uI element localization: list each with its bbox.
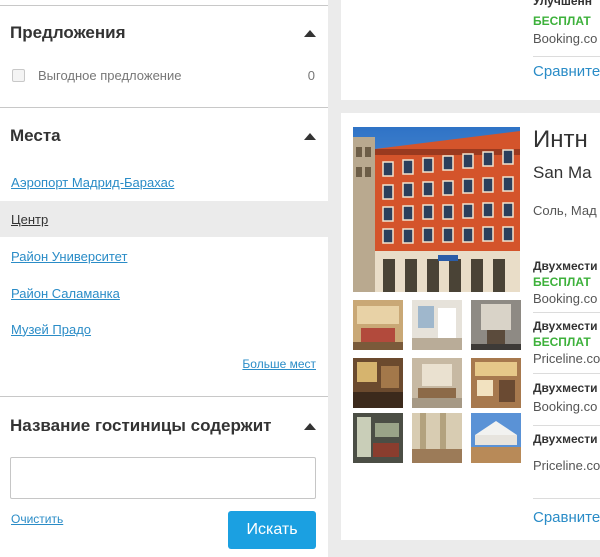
room-offer-name: Двухмести bbox=[533, 432, 598, 446]
hotel-thumbnail[interactable] bbox=[353, 413, 403, 463]
collapse-caret-icon[interactable] bbox=[304, 132, 316, 140]
place-link[interactable]: Аэропорт Мадрид-Барахас bbox=[11, 175, 174, 190]
place-item-airport[interactable]: Аэропорт Мадрид-Барахас bbox=[0, 164, 328, 200]
hotel-name-input[interactable] bbox=[10, 457, 316, 499]
search-button[interactable]: Искать bbox=[228, 511, 316, 549]
compare-link[interactable]: Сравните bbox=[533, 509, 600, 526]
divider bbox=[0, 107, 328, 108]
room-offer-name: Двухмести bbox=[533, 381, 598, 395]
divider bbox=[533, 373, 600, 374]
divider bbox=[0, 396, 328, 397]
hotel-main-photo[interactable] bbox=[353, 127, 520, 292]
room-offer-name: Двухмести bbox=[533, 259, 598, 273]
divider bbox=[533, 498, 600, 499]
places-section-title: Места bbox=[10, 126, 61, 145]
free-cancel-badge: БЕСПЛАТ bbox=[533, 335, 591, 349]
hotel-thumbnail[interactable] bbox=[471, 413, 521, 463]
hotel-thumbnail[interactable] bbox=[353, 358, 403, 408]
place-item-university[interactable]: Район Университет bbox=[0, 238, 328, 274]
more-places-link[interactable]: Больше мест bbox=[242, 357, 316, 371]
hotel-name-section-header[interactable]: Название гостиницы содержит bbox=[10, 416, 318, 436]
hotel-thumbnail[interactable] bbox=[412, 413, 462, 463]
booking-site[interactable]: Priceline.co bbox=[533, 458, 600, 473]
hotel-thumbnail[interactable] bbox=[471, 358, 521, 408]
offers-section-title: Предложения bbox=[10, 23, 126, 42]
compare-link[interactable]: Сравните bbox=[533, 63, 600, 80]
booking-site[interactable]: Booking.co bbox=[533, 291, 597, 306]
deal-label: Выгодное предложение bbox=[38, 67, 182, 83]
divider bbox=[533, 312, 600, 313]
offer-filter-deal[interactable]: Выгодное предложение 0 bbox=[12, 66, 315, 84]
room-offer-name: Улучшенн bbox=[533, 0, 592, 8]
hotel-name[interactable]: Интн bbox=[533, 126, 588, 154]
hotel-thumbnail[interactable] bbox=[471, 300, 521, 350]
divider bbox=[533, 56, 600, 57]
place-link-selected[interactable]: Центр bbox=[11, 212, 48, 227]
divider bbox=[0, 5, 328, 6]
place-item-center[interactable]: Центр bbox=[0, 201, 328, 237]
collapse-caret-icon[interactable] bbox=[304, 422, 316, 430]
divider bbox=[533, 425, 600, 426]
places-section-header[interactable]: Места bbox=[10, 126, 318, 146]
hotel-result-card: Интн San Ma Соль, Мад Двухмести БЕСПЛАТ … bbox=[341, 113, 600, 540]
room-offer-name: Двухмести bbox=[533, 319, 598, 333]
deal-count: 0 bbox=[307, 67, 315, 83]
hotel-thumbnail[interactable] bbox=[412, 358, 462, 408]
hotel-name-section-title: Название гостиницы содержит bbox=[10, 416, 272, 435]
free-cancel-badge: БЕСПЛАТ bbox=[533, 275, 591, 289]
hotel-subtitle: San Ma bbox=[533, 163, 592, 182]
place-item-prado[interactable]: Музей Прадо bbox=[0, 311, 328, 347]
booking-site[interactable]: Booking.co bbox=[533, 399, 597, 414]
deal-checkbox[interactable] bbox=[12, 68, 25, 82]
clear-link[interactable]: Очистить bbox=[11, 512, 63, 526]
hotel-thumbnail[interactable] bbox=[353, 300, 403, 350]
place-link[interactable]: Музей Прадо bbox=[11, 322, 91, 337]
collapse-caret-icon[interactable] bbox=[304, 29, 316, 37]
free-cancel-badge: БЕСПЛАТ bbox=[533, 14, 591, 28]
booking-site[interactable]: Priceline.co bbox=[533, 351, 600, 366]
booking-site[interactable]: Booking.co bbox=[533, 31, 597, 46]
hotel-location: Соль, Мад bbox=[533, 203, 597, 218]
hotel-result-card: Улучшенн БЕСПЛАТ Booking.co Сравните bbox=[341, 0, 600, 100]
offers-section-header[interactable]: Предложения bbox=[10, 23, 318, 43]
place-item-salamanca[interactable]: Район Саламанка bbox=[0, 275, 328, 311]
filters-sidebar: Предложения Выгодное предложение 0 Места… bbox=[0, 0, 328, 557]
hotel-thumbnail[interactable] bbox=[412, 300, 462, 350]
place-link[interactable]: Район Саламанка bbox=[11, 286, 120, 301]
place-link[interactable]: Район Университет bbox=[11, 249, 127, 264]
